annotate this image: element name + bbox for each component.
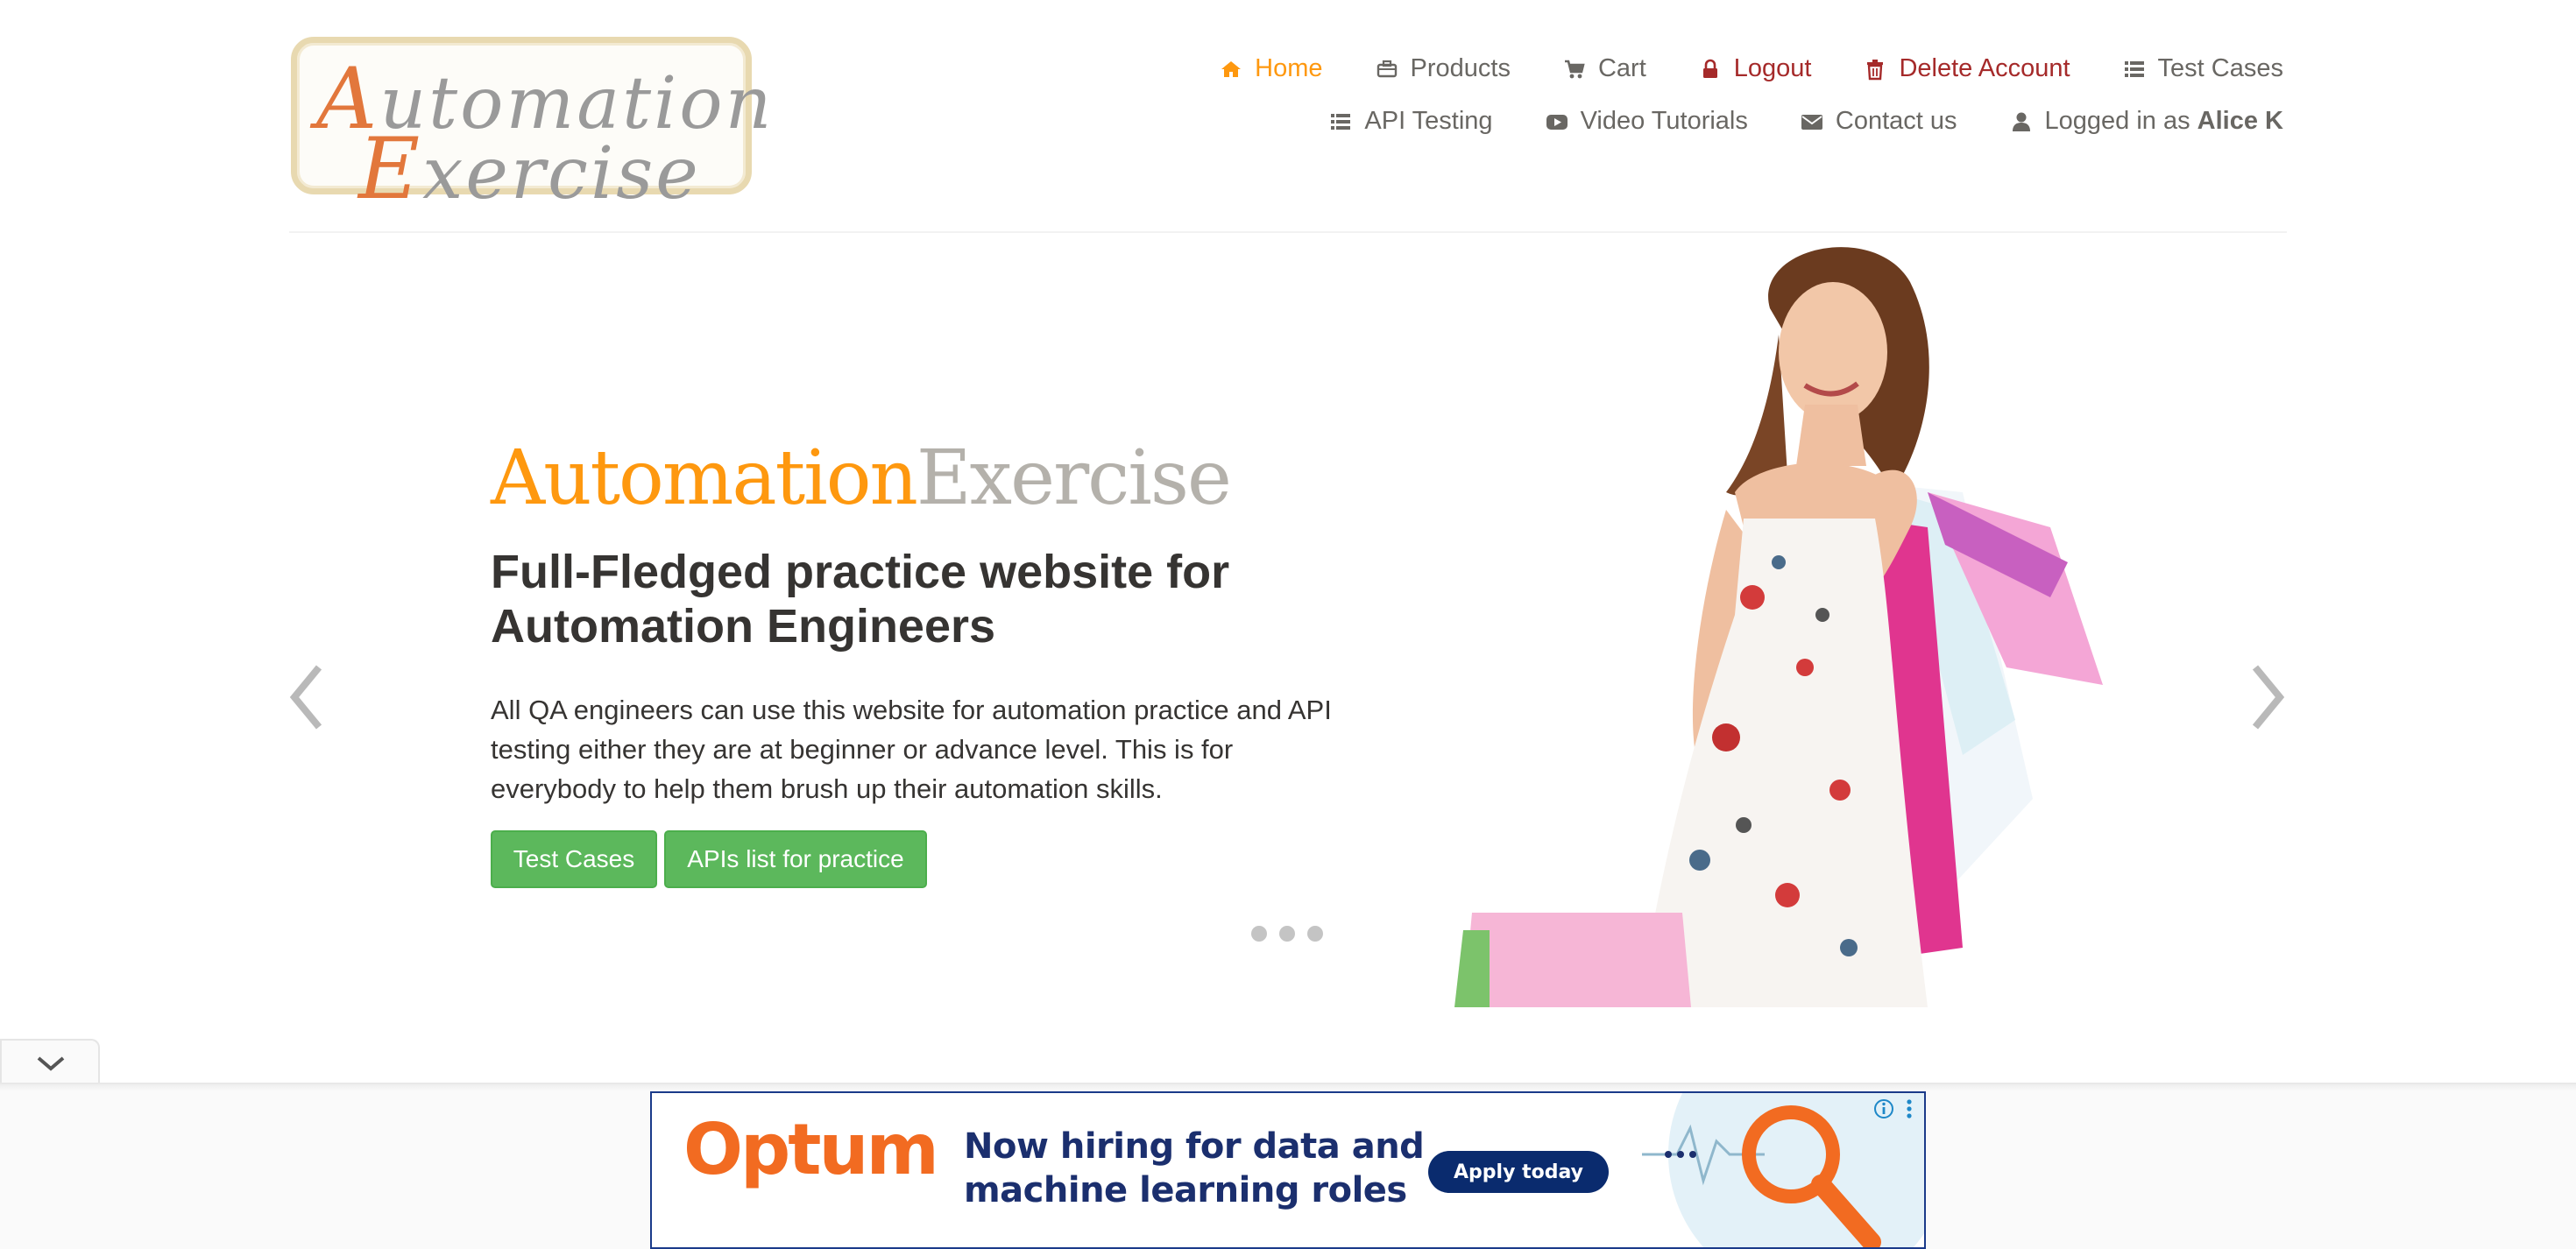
home-icon	[1221, 60, 1242, 77]
test-cases-button[interactable]: Test Cases	[491, 830, 657, 888]
nav-video-tutorials-link[interactable]: Video Tutorials	[1546, 107, 1748, 136]
briefcase-icon	[1376, 60, 1397, 77]
logo-line-2: Exercise	[358, 120, 701, 218]
nav-cart-link[interactable]: Cart	[1563, 54, 1646, 83]
nav-api-testing-label: API Testing	[1364, 107, 1493, 135]
nav-home-label: Home	[1255, 54, 1323, 82]
carousel-indicator-3[interactable]	[1307, 926, 1323, 942]
slider-brand-title: AutomationExercise	[491, 434, 1232, 522]
logged-in-username: Alice K	[2197, 107, 2283, 135]
nav-logout-label: Logout	[1733, 54, 1812, 82]
ad-brand: Optum	[683, 1109, 939, 1190]
nav-logged-in-as: Logged in as Alice K	[2010, 107, 2283, 136]
trash-icon	[1867, 59, 1884, 80]
chevron-down-icon	[37, 1056, 65, 1071]
nav-test-cases-label: Test Cases	[2157, 54, 2283, 82]
nav-cart-label: Cart	[1597, 54, 1646, 82]
slider-description: All QA engineers can use this website fo…	[491, 695, 1332, 804]
nav-products-link[interactable]: Products	[1376, 54, 1511, 83]
chevron-right-icon[interactable]	[2245, 662, 2289, 732]
nav-logged-in-label: Logged in as Alice K	[2044, 107, 2283, 135]
main-nav-row-2: API Testing Video Tutorials Contact us L…	[1329, 107, 2283, 136]
list-icon	[2124, 60, 2144, 77]
carousel-indicator-2[interactable]	[1279, 926, 1295, 942]
ad-info-icon[interactable]	[1872, 1097, 1896, 1121]
advertisement-banner[interactable]: Optum Now hiring for data and machine lea…	[650, 1091, 1926, 1249]
shopping-cart-icon	[1564, 60, 1585, 78]
ad-collapse-toggle[interactable]	[0, 1039, 100, 1084]
nav-delete-account-label: Delete Account	[1899, 54, 2070, 82]
user-icon	[2012, 112, 2030, 131]
carousel-indicator-1[interactable]	[1251, 926, 1267, 942]
ad-copy: Now hiring for data and machine learning …	[964, 1126, 1425, 1210]
list-icon	[1331, 113, 1351, 130]
slider-headline: Full-Fledged practice website for Automat…	[491, 546, 1230, 653]
hero-model-image	[1454, 247, 2103, 1007]
nav-video-tutorials-label: Video Tutorials	[1580, 107, 1748, 135]
nav-contact-us-link[interactable]: Contact us	[1801, 107, 1957, 136]
apis-list-button[interactable]: APIs list for practice	[664, 830, 927, 888]
chevron-left-icon[interactable]	[286, 662, 329, 732]
carousel-indicators	[1251, 926, 1323, 942]
nav-logout-link[interactable]: Logout	[1699, 54, 1812, 83]
nav-home-link[interactable]: Home	[1220, 54, 1323, 83]
nav-products-label: Products	[1410, 54, 1511, 82]
nav-contact-us-label: Contact us	[1835, 107, 1957, 135]
main-nav-row-1: Home Products Cart Logout Delete Account…	[1220, 54, 2283, 83]
ad-apply-button[interactable]: Apply today	[1428, 1151, 1609, 1193]
nav-test-cases-link[interactable]: Test Cases	[2123, 54, 2283, 83]
nav-api-testing-link[interactable]: API Testing	[1329, 107, 1493, 136]
envelope-icon	[1801, 114, 1822, 130]
lock-icon	[1702, 59, 1717, 78]
site-logo[interactable]: Automation Exercise	[291, 37, 771, 218]
youtube-play-icon	[1546, 114, 1568, 130]
ad-options-icon[interactable]	[1901, 1097, 1917, 1121]
nav-delete-account-link[interactable]: Delete Account	[1864, 54, 2070, 83]
